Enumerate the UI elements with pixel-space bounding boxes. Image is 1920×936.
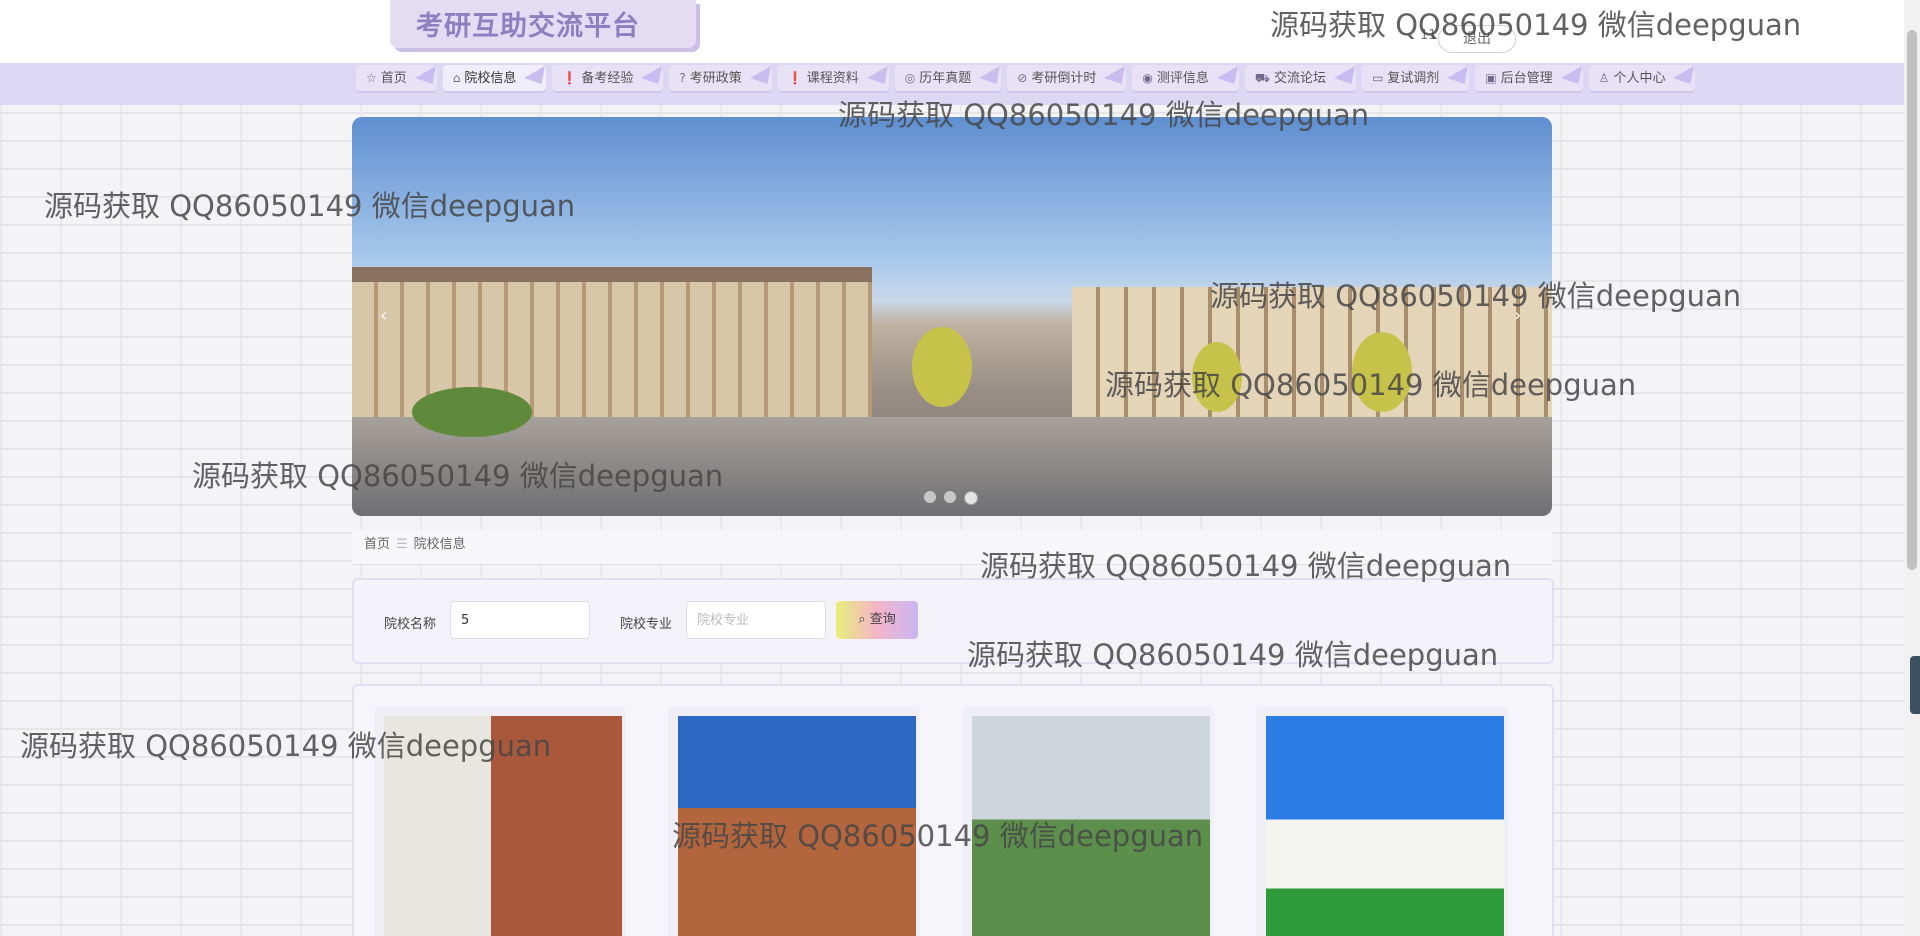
nav-icon: ◉	[1142, 71, 1153, 85]
breadcrumb-separator-icon: ☰	[396, 537, 408, 552]
nav-item[interactable]: ❗ 备考经验	[552, 65, 664, 91]
nav-icon: ▭	[1371, 71, 1384, 85]
banner-tree	[912, 327, 972, 407]
nav-item[interactable]: ▣ 后台管理	[1475, 65, 1583, 91]
nav-icon: ?	[679, 71, 686, 85]
nav-item[interactable]: ☆ 首页	[356, 65, 437, 91]
watermark: 源码获取 QQ86050149 微信deepguan	[980, 549, 1512, 583]
carousel-dot[interactable]	[924, 491, 936, 503]
nav-icon: ⊘	[1017, 71, 1028, 85]
nav-item[interactable]: ⌂ 院校信息	[442, 65, 547, 91]
carousel-dot[interactable]	[944, 491, 956, 503]
side-floating-tab[interactable]	[1910, 656, 1920, 714]
nav-icon: ❗	[562, 71, 578, 85]
nav-icon: ♙	[1598, 71, 1610, 85]
nav-item-label: 个人中心	[1613, 71, 1666, 86]
carousel-prev-button[interactable]: ‹	[380, 305, 387, 326]
watermark: 源码获取 QQ86050149 微信deepguan	[44, 189, 576, 223]
nav-item-label: 首页	[380, 71, 407, 86]
nav-item[interactable]: ❗ 课程资料	[777, 65, 889, 91]
search-icon: ⌕	[858, 612, 866, 627]
nav-icon: ◎	[904, 71, 916, 85]
watermark: 源码获取 QQ86050149 微信deepguan	[192, 459, 724, 493]
nav-item[interactable]: ▭ 复试调剂	[1361, 65, 1470, 91]
nav-item-label: 后台管理	[1500, 71, 1553, 86]
watermark: 源码获取 QQ86050149 微信deepguan	[672, 819, 1204, 853]
site-logo-title: 考研互助交流平台	[416, 11, 640, 42]
school-name-input[interactable]	[450, 601, 590, 639]
school-major-input[interactable]	[686, 601, 826, 639]
nav-item-label: 历年真题	[919, 71, 972, 86]
nav-item-label: 测评信息	[1156, 71, 1209, 86]
nav-item-label: 考研倒计时	[1031, 71, 1097, 86]
school-grid	[352, 684, 1554, 936]
query-button-label: 查询	[869, 612, 896, 627]
query-button[interactable]: ⌕ 查询	[836, 601, 918, 639]
watermark: 源码获取 QQ86050149 微信deepguan	[1270, 8, 1802, 42]
school-name-label: 院校名称	[384, 617, 437, 632]
nav-item[interactable]: ⊘ 考研倒计时	[1007, 65, 1127, 91]
banner-tree	[412, 387, 532, 437]
nav-icon: ⛟	[1254, 71, 1270, 85]
nav-item-label: 考研政策	[689, 71, 742, 86]
nav-item-label: 备考经验	[581, 71, 634, 86]
watermark: 源码获取 QQ86050149 微信deepguan	[838, 98, 1370, 132]
nav-item-label: 课程资料	[806, 71, 859, 86]
breadcrumb-current: 院校信息	[413, 537, 466, 552]
watermark: 源码获取 QQ86050149 微信deepguan	[1210, 279, 1742, 313]
nav-item[interactable]: ⛟ 交流论坛	[1244, 65, 1356, 91]
scrollbar-thumb[interactable]	[1907, 30, 1917, 570]
school-card[interactable]	[1256, 706, 1508, 936]
breadcrumb-home[interactable]: 首页	[364, 537, 390, 552]
nav-icon: ⌂	[452, 71, 461, 85]
school-image[interactable]	[1266, 716, 1504, 936]
nav-item-label: 复试调剂	[1387, 71, 1440, 86]
nav-item-label: 院校信息	[464, 71, 517, 86]
nav-icon: ☆	[366, 71, 377, 85]
nav-items: ☆ 首页 ⌂ 院校信息 ❗ 备考经验? 考研政策 ❗ 课程资料 ◎ 历年真题 ⊘ 考研倒计时 ◉ 测评信息 ⛟…	[356, 65, 1696, 91]
school-major-label: 院校专业	[620, 617, 673, 632]
nav-item[interactable]: ♙ 个人中心	[1588, 65, 1696, 91]
carousel-dots	[924, 491, 978, 505]
nav-icon: ▣	[1485, 71, 1497, 85]
nav-item[interactable]: ◉ 测评信息	[1132, 65, 1239, 91]
nav-item[interactable]: ◎ 历年真题	[894, 65, 1002, 91]
nav-icon: ❗	[787, 71, 803, 85]
watermark: 源码获取 QQ86050149 微信deepguan	[967, 638, 1499, 672]
nav-item[interactable]: ? 考研政策	[669, 65, 772, 91]
carousel-dot[interactable]	[964, 491, 978, 505]
watermark: 源码获取 QQ86050149 微信deepguan	[1105, 368, 1637, 402]
watermark: 源码获取 QQ86050149 微信deepguan	[20, 729, 552, 763]
nav-item-label: 交流论坛	[1273, 71, 1326, 86]
